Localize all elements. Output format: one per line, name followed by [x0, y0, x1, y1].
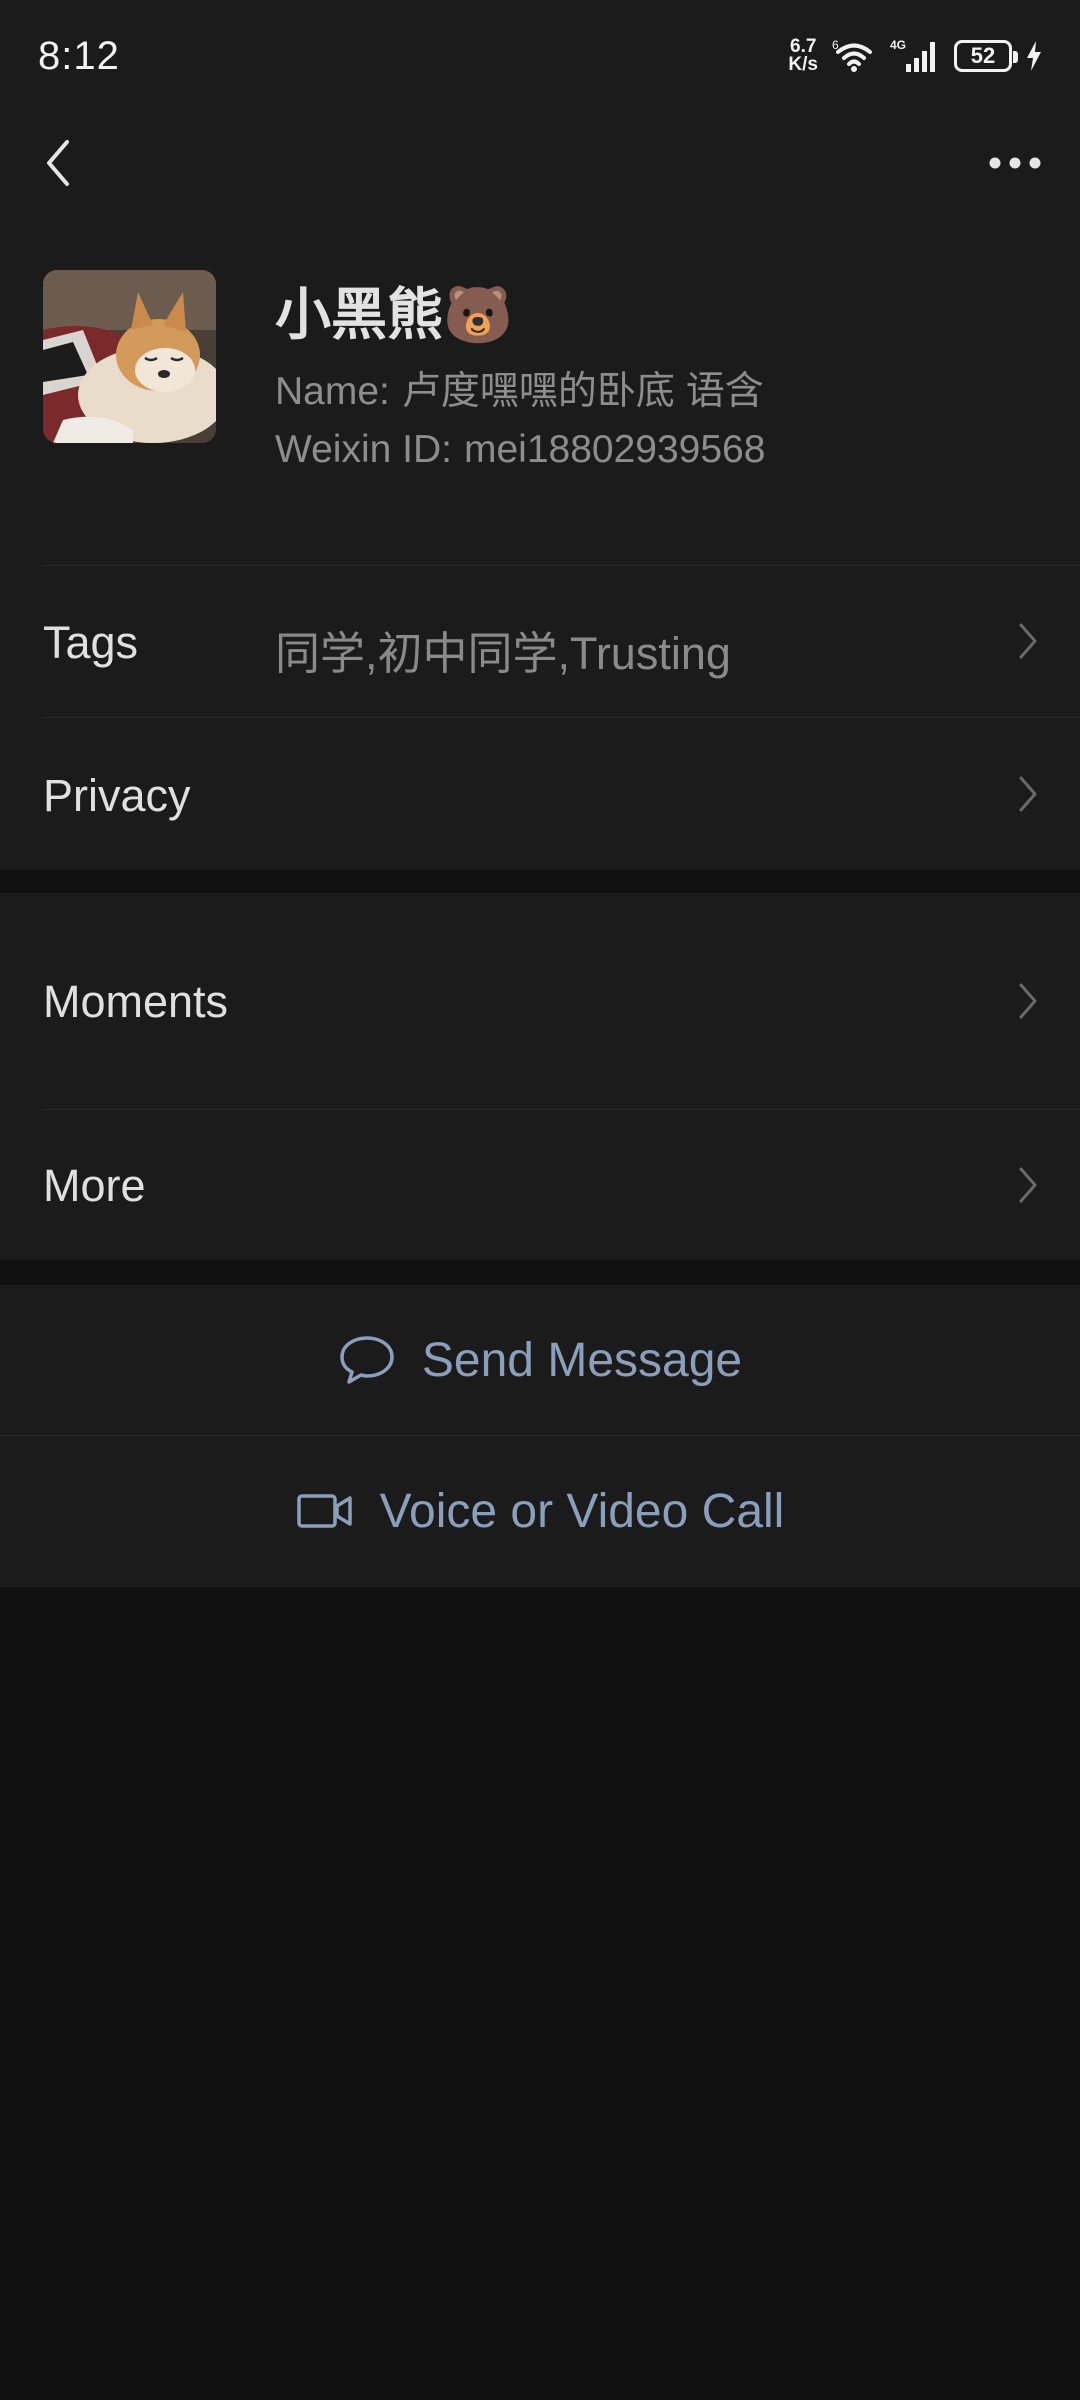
- mobile-network-label: 4G: [890, 38, 906, 52]
- status-time: 8:12: [38, 34, 120, 78]
- chevron-left-icon: [47, 140, 69, 186]
- charging-bolt-icon: [1026, 41, 1042, 71]
- wifi-icon: 6: [832, 38, 876, 74]
- chevron-right-icon: [1019, 983, 1037, 1019]
- network-speed-unit: K/s: [788, 54, 818, 75]
- chevron-right-icon: [1019, 776, 1037, 812]
- more-dots-icon: [989, 157, 1041, 169]
- name-label: Name:: [275, 370, 390, 413]
- weixin-id-value: mei18802939568: [464, 428, 766, 471]
- tags-value: 同学,初中同学,Trusting: [275, 628, 731, 679]
- battery-indicator: 52: [954, 40, 1018, 72]
- more-label: More: [43, 1160, 146, 1211]
- cellular-signal-icon: 4G: [890, 38, 940, 74]
- info-group: Tags 同学,初中同学,Trusting Privacy: [0, 565, 1080, 870]
- privacy-row[interactable]: Privacy: [0, 718, 1080, 870]
- weixin-id-label: Weixin ID:: [275, 428, 452, 471]
- name-value: 卢度嘿嘿的卧底 语含: [401, 370, 764, 413]
- moments-label: Moments: [43, 976, 229, 1027]
- avatar-image: [43, 270, 216, 443]
- more-row[interactable]: More: [0, 1110, 1080, 1260]
- weixin-id-line: Weixin ID: mei18802939568: [275, 428, 765, 472]
- nav-bar: [0, 115, 1080, 210]
- feature-group: Moments More: [0, 893, 1080, 1260]
- chevron-right-icon: [1019, 1167, 1037, 1203]
- more-options-button[interactable]: [980, 133, 1050, 193]
- avatar[interactable]: [43, 270, 216, 443]
- privacy-label: Privacy: [43, 770, 191, 821]
- call-label: Voice or Video Call: [379, 1484, 785, 1538]
- chat-bubble-icon: [340, 1336, 394, 1384]
- back-button[interactable]: [28, 133, 88, 193]
- network-speed: 6.7 K/s: [788, 37, 818, 75]
- tags-label: Tags: [43, 617, 139, 668]
- voice-video-call-button[interactable]: Voice or Video Call: [0, 1436, 1080, 1586]
- divider: [0, 1586, 1080, 1587]
- tags-row[interactable]: Tags 同学,初中同学,Trusting: [0, 565, 1080, 717]
- video-camera-icon: [296, 1494, 352, 1528]
- contact-profile-page: 8:12 6.7 K/s 6 4G 52 小黑熊🐻 Name: 卢度嘿嘿的卧底 …: [0, 0, 1080, 2400]
- display-name: 小黑熊🐻: [275, 283, 513, 346]
- profile-header: 小黑熊🐻 Name: 卢度嘿嘿的卧底 语含 Weixin ID: mei188029…: [0, 210, 1080, 565]
- moments-row[interactable]: Moments: [0, 893, 1080, 1109]
- send-message-button[interactable]: Send Message: [0, 1285, 1080, 1435]
- status-icons: 6.7 K/s 6 4G 52: [788, 34, 1042, 78]
- real-name-line: Name: 卢度嘿嘿的卧底 语含: [275, 360, 764, 416]
- battery-level: 52: [970, 43, 996, 68]
- status-bar: 8:12 6.7 K/s 6 4G 52: [0, 0, 1080, 115]
- send-message-label: Send Message: [421, 1333, 743, 1387]
- chevron-right-icon: [1019, 623, 1037, 659]
